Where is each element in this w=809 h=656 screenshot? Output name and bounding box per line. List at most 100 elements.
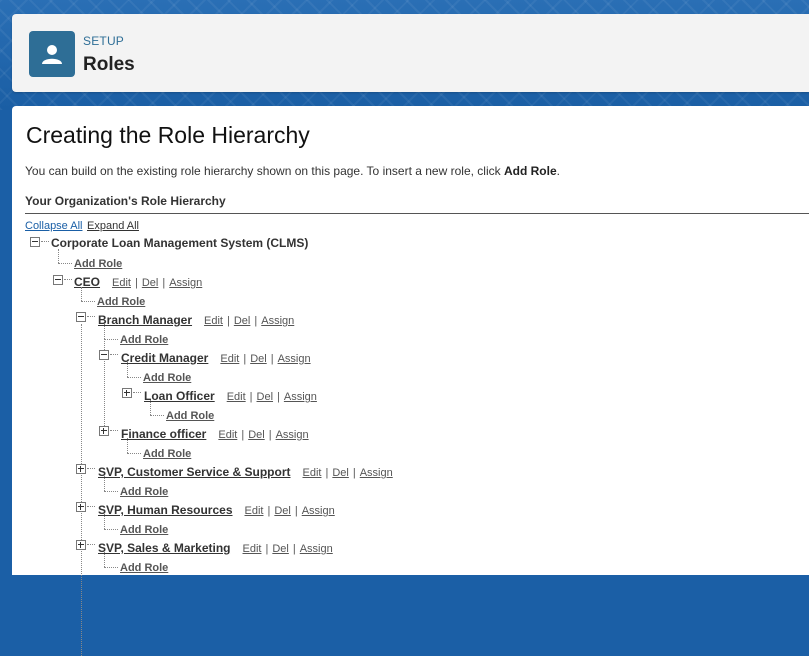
edit-link[interactable]: Edit [243, 543, 262, 555]
add-role-link[interactable]: Add Role [120, 562, 168, 574]
add-role-link[interactable]: Add Role [166, 410, 214, 422]
content-panel: Creating the Role Hierarchy You can buil… [12, 106, 809, 656]
delete-link[interactable]: Del [250, 353, 267, 365]
tree-connector [104, 514, 105, 529]
delete-link[interactable]: Del [257, 391, 274, 403]
role-link-branch-manager[interactable]: Branch Manager [98, 313, 192, 327]
tree-connector [58, 263, 72, 264]
edit-link[interactable]: Edit [303, 467, 322, 479]
role-link-credit-manager[interactable]: Credit Manager [121, 351, 208, 365]
assign-link[interactable]: Assign [360, 467, 393, 479]
edit-link[interactable]: Edit [204, 315, 223, 327]
tree-connector [104, 552, 105, 567]
tree-connector [58, 249, 59, 263]
delete-link[interactable]: Del [274, 505, 291, 517]
delete-link[interactable]: Del [248, 429, 265, 441]
add-role-link[interactable]: Add Role [120, 334, 168, 346]
role-link-svp-sales-marketing[interactable]: SVP, Sales & Marketing [98, 541, 231, 555]
edit-link[interactable]: Edit [245, 505, 264, 517]
tree-connector [133, 392, 141, 393]
tree-connector [104, 491, 118, 492]
tree-connector [104, 529, 118, 530]
tree-connector [81, 324, 82, 656]
role-link-loan-officer[interactable]: Loan Officer [144, 389, 215, 403]
expand-toggle-icon[interactable] [99, 426, 109, 436]
tree-row-add-role: Add Role [120, 331, 168, 347]
tree-connector [110, 354, 118, 355]
collapse-toggle-icon[interactable] [99, 350, 109, 360]
tree-connector [150, 400, 151, 415]
delete-link[interactable]: Del [272, 543, 289, 555]
role-link-svp-customer-service[interactable]: SVP, Customer Service & Support [98, 465, 291, 479]
role-hierarchy-tree: Corporate Loan Management System (CLMS) … [12, 106, 809, 656]
assign-link[interactable]: Assign [284, 391, 317, 403]
tree-row-add-role: Add Role [120, 559, 168, 575]
assign-link[interactable]: Assign [261, 315, 294, 327]
edit-link[interactable]: Edit [220, 353, 239, 365]
add-role-link[interactable]: Add Role [120, 486, 168, 498]
tree-connector [87, 506, 95, 507]
assign-link[interactable]: Assign [169, 277, 202, 289]
tree-row-add-role: Add Role [143, 445, 191, 461]
tree-connector [87, 316, 95, 317]
assign-link[interactable]: Assign [278, 353, 311, 365]
tree-row-add-role: Add Role [143, 369, 191, 385]
expand-toggle-icon[interactable] [76, 540, 86, 550]
tree-row-svp-human-resources: SVP, Human Resources Edit | Del | Assign [98, 503, 335, 517]
page-title: Roles [83, 54, 135, 75]
delete-link[interactable]: Del [234, 315, 251, 327]
tree-row-branch-manager: Branch Manager Edit | Del | Assign [98, 313, 295, 327]
tree-row-svp-sales-marketing: SVP, Sales & Marketing Edit | Del | Assign [98, 541, 333, 555]
assign-link[interactable]: Assign [300, 543, 333, 555]
tree-connector [127, 377, 141, 378]
add-role-link[interactable]: Add Role [74, 258, 122, 270]
root-org-name: Corporate Loan Management System (CLMS) [51, 236, 309, 250]
role-link-ceo[interactable]: CEO [74, 275, 100, 289]
tree-connector [127, 438, 128, 453]
tree-row-add-role: Add Role [120, 483, 168, 499]
tree-connector [104, 567, 118, 568]
collapse-toggle-icon[interactable] [53, 275, 63, 285]
tree-row-add-role: Add Role [74, 255, 122, 271]
expand-toggle-icon[interactable] [76, 502, 86, 512]
tree-row-add-role: Add Role [166, 407, 214, 423]
tree-row-loan-officer: Loan Officer Edit | Del | Assign [144, 389, 317, 403]
user-icon [29, 31, 75, 77]
tree-connector [127, 362, 128, 377]
edit-link[interactable]: Edit [218, 429, 237, 441]
tree-connector [104, 476, 105, 491]
expand-toggle-icon[interactable] [76, 464, 86, 474]
assign-link[interactable]: Assign [302, 505, 335, 517]
tree-row-root: Corporate Loan Management System (CLMS) [51, 235, 308, 251]
tree-connector [81, 301, 95, 302]
add-role-link[interactable]: Add Role [120, 524, 168, 536]
edit-link[interactable]: Edit [227, 391, 246, 403]
role-link-finance-officer[interactable]: Finance officer [121, 427, 206, 441]
tree-connector [64, 279, 72, 280]
add-role-link[interactable]: Add Role [143, 372, 191, 384]
page-header: SETUP Roles [12, 14, 809, 92]
collapse-toggle-icon[interactable] [30, 237, 40, 247]
delete-link[interactable]: Del [332, 467, 349, 479]
assign-link[interactable]: Assign [276, 429, 309, 441]
tree-row-add-role: Add Role [97, 293, 145, 309]
add-role-link[interactable]: Add Role [97, 296, 145, 308]
tree-connector [87, 468, 95, 469]
collapse-toggle-icon[interactable] [76, 312, 86, 322]
tree-row-finance-officer: Finance officer Edit | Del | Assign [121, 427, 309, 441]
add-role-link[interactable]: Add Role [143, 448, 191, 460]
tree-row-credit-manager: Credit Manager Edit | Del | Assign [121, 351, 311, 365]
tree-row-svp-customer-service: SVP, Customer Service & Support Edit | Del |… [98, 465, 393, 479]
tree-connector [127, 453, 141, 454]
expand-toggle-icon[interactable] [122, 388, 132, 398]
edit-link[interactable]: Edit [112, 277, 131, 289]
tree-connector [41, 241, 49, 242]
tree-connector [110, 430, 118, 431]
role-link-svp-human-resources[interactable]: SVP, Human Resources [98, 503, 233, 517]
tree-connector [150, 415, 164, 416]
tree-connector [87, 544, 95, 545]
tree-connector [104, 339, 118, 340]
delete-link[interactable]: Del [142, 277, 159, 289]
setup-label: SETUP [83, 34, 125, 48]
tree-row-add-role: Add Role [120, 521, 168, 537]
